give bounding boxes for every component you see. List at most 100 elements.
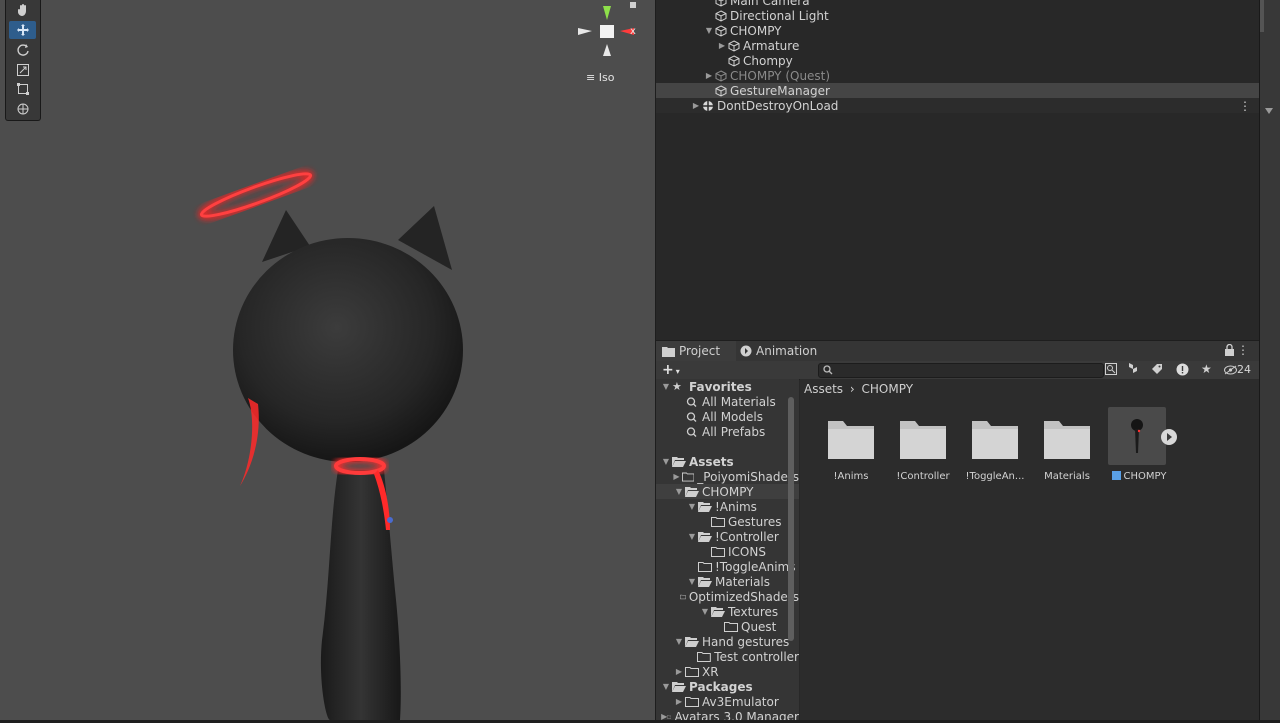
- favorite-star-icon[interactable]: ★: [1201, 362, 1212, 376]
- menu-lines-icon: ≡: [586, 71, 596, 84]
- breadcrumb-assets[interactable]: Assets: [804, 382, 843, 396]
- tree-item[interactable]: ▼ ★ Favorites: [656, 379, 799, 394]
- search-by-type-icon[interactable]: [1105, 363, 1117, 378]
- expand-down-icon[interactable]: ▼: [699, 607, 711, 616]
- tree-item[interactable]: ▼ CHOMPY: [656, 484, 799, 499]
- tab-animation[interactable]: Animation: [734, 341, 826, 361]
- tree-item[interactable]: All Materials: [656, 394, 799, 409]
- hierarchy-panel[interactable]: Main Camera Directional Light ▼ CHOMPY ▶ Arma…: [656, 0, 1259, 340]
- expand-down-icon[interactable]: ▼: [686, 532, 698, 541]
- project-search-input[interactable]: [818, 363, 1104, 378]
- lock-icon[interactable]: [1224, 343, 1235, 359]
- project-folder-tree[interactable]: ▼ ★ Favorites All Materials All Models All Pr…: [656, 379, 799, 720]
- tree-item[interactable]: OptimizedShaders: [656, 589, 799, 604]
- project-more-icon[interactable]: ⋮: [1237, 343, 1249, 357]
- tree-item[interactable]: ▼ !Anims: [656, 499, 799, 514]
- scene-view[interactable]: x ≡ Iso: [0, 0, 655, 720]
- tree-item-label: !ToggleAnims: [715, 559, 796, 574]
- transform-tool-button[interactable]: [9, 100, 36, 118]
- gameobject-icon: [728, 54, 740, 67]
- folder-open-icon: [698, 576, 712, 587]
- tree-item[interactable]: !ToggleAnims: [656, 559, 799, 574]
- gizmo-neg-x[interactable]: [578, 28, 592, 35]
- folder-icon: [1044, 421, 1090, 459]
- create-button[interactable]: + ▾: [662, 362, 680, 380]
- move-tool-button[interactable]: [9, 21, 36, 39]
- tab-project[interactable]: Project: [656, 341, 736, 361]
- expand-right-icon[interactable]: ▶: [673, 667, 685, 676]
- tree-item[interactable]: ▶ Av3Emulator: [656, 694, 799, 709]
- gizmo-neg-y[interactable]: [603, 44, 611, 56]
- search-icon: [686, 426, 697, 437]
- asset-prefab[interactable]: CHOMPY: [1106, 407, 1177, 482]
- filter-by-label-icon[interactable]: [1151, 363, 1163, 378]
- hierarchy-row[interactable]: Main Camera: [656, 0, 1259, 8]
- rotate-tool-button[interactable]: [9, 41, 36, 59]
- orientation-gizmo[interactable]: x: [574, 0, 640, 62]
- asset-folder[interactable]: !Controller: [890, 409, 956, 482]
- project-asset-grid[interactable]: Assets › CHOMPY !Anims !Controller !Toggle…: [800, 379, 1259, 720]
- asset-folder[interactable]: !ToggleAn...: [962, 409, 1028, 482]
- hidden-packages-toggle[interactable]: 24: [1224, 363, 1251, 376]
- expand-right-icon[interactable]: ▶: [703, 71, 715, 80]
- expand-down-icon[interactable]: ▼: [660, 682, 672, 691]
- folder-open-icon: [698, 501, 712, 512]
- tree-item[interactable]: Test controller: [656, 649, 799, 664]
- hierarchy-row[interactable]: Directional Light: [656, 8, 1259, 23]
- expand-down-icon[interactable]: ▼: [673, 487, 685, 496]
- tab-animation-label: Animation: [756, 344, 818, 358]
- breadcrumb-chompy[interactable]: CHOMPY: [862, 382, 914, 396]
- gizmo-y-axis[interactable]: [603, 6, 611, 20]
- tree-item[interactable]: ▼ Hand gestures: [656, 634, 799, 649]
- hand-tool-button[interactable]: [9, 1, 36, 19]
- tree-item[interactable]: Gestures: [656, 514, 799, 529]
- tree-item[interactable]: Quest: [656, 619, 799, 634]
- scene-more-icon[interactable]: ⋮: [1239, 100, 1251, 112]
- tree-item[interactable]: ▶ Avatars 3.0 Manager: [656, 709, 799, 721]
- tree-item[interactable]: All Prefabs: [656, 424, 799, 439]
- project-panel[interactable]: Project Animation ⋮ + ▾ ★ 24 ▼ ★ Favorit…: [656, 341, 1259, 720]
- hierarchy-row[interactable]: Chompy: [656, 53, 1259, 68]
- folder-icon: [662, 346, 675, 357]
- tree-item[interactable]: ▼ Materials: [656, 574, 799, 589]
- gizmo-center[interactable]: [600, 25, 614, 38]
- filter-by-type-icon[interactable]: [1127, 363, 1139, 378]
- expand-right-icon[interactable]: ▶: [671, 472, 682, 481]
- hierarchy-row[interactable]: GestureManager: [656, 83, 1259, 98]
- tree-item-label: ICONS: [728, 544, 766, 559]
- gizmo-lock[interactable]: [630, 2, 636, 8]
- prefab-expand-button[interactable]: [1161, 429, 1177, 445]
- expand-down-icon[interactable]: ▼: [703, 26, 715, 35]
- expand-right-icon[interactable]: ▶: [690, 101, 702, 110]
- tree-item[interactable]: ▶ _PoiyomiShaders: [656, 469, 799, 484]
- expand-down-icon[interactable]: ▼: [660, 457, 672, 466]
- expand-right-icon[interactable]: ▶: [716, 41, 728, 50]
- projection-toggle[interactable]: ≡ Iso: [586, 71, 614, 84]
- tree-item[interactable]: ICONS: [656, 544, 799, 559]
- tree-item[interactable]: ▼ Packages: [656, 679, 799, 694]
- tree-item-label: _PoiyomiShaders: [697, 469, 799, 484]
- tree-scrollbar-thumb[interactable]: [788, 397, 794, 641]
- hierarchy-row[interactable]: ▶ DontDestroyOnLoad: [656, 98, 1259, 113]
- expand-down-icon[interactable]: ▼: [660, 382, 672, 391]
- asset-folder[interactable]: Materials: [1034, 409, 1100, 482]
- tree-item[interactable]: ▼ Assets: [656, 454, 799, 469]
- inspector-strip[interactable]: [1259, 0, 1280, 720]
- tab-project-label: Project: [679, 344, 721, 358]
- folder-icon: [711, 546, 725, 557]
- tree-item[interactable]: All Models: [656, 409, 799, 424]
- tree-item[interactable]: ▼ Textures: [656, 604, 799, 619]
- expand-down-icon[interactable]: ▼: [686, 502, 698, 511]
- asset-folder[interactable]: !Anims: [818, 409, 884, 482]
- hierarchy-row[interactable]: ▶ Armature: [656, 38, 1259, 53]
- hierarchy-row[interactable]: ▼ CHOMPY: [656, 23, 1259, 38]
- expand-right-icon[interactable]: ▶: [673, 697, 685, 706]
- tree-item[interactable]: ▶ XR: [656, 664, 799, 679]
- rect-tool-button[interactable]: [9, 80, 36, 98]
- hierarchy-row[interactable]: ▶ CHOMPY (Quest): [656, 68, 1259, 83]
- expand-down-icon[interactable]: ▼: [686, 577, 698, 586]
- tree-item[interactable]: ▼ !Controller: [656, 529, 799, 544]
- expand-down-icon[interactable]: ▼: [673, 637, 685, 646]
- console-info-icon[interactable]: [1176, 363, 1189, 379]
- scale-tool-button[interactable]: [9, 61, 36, 79]
